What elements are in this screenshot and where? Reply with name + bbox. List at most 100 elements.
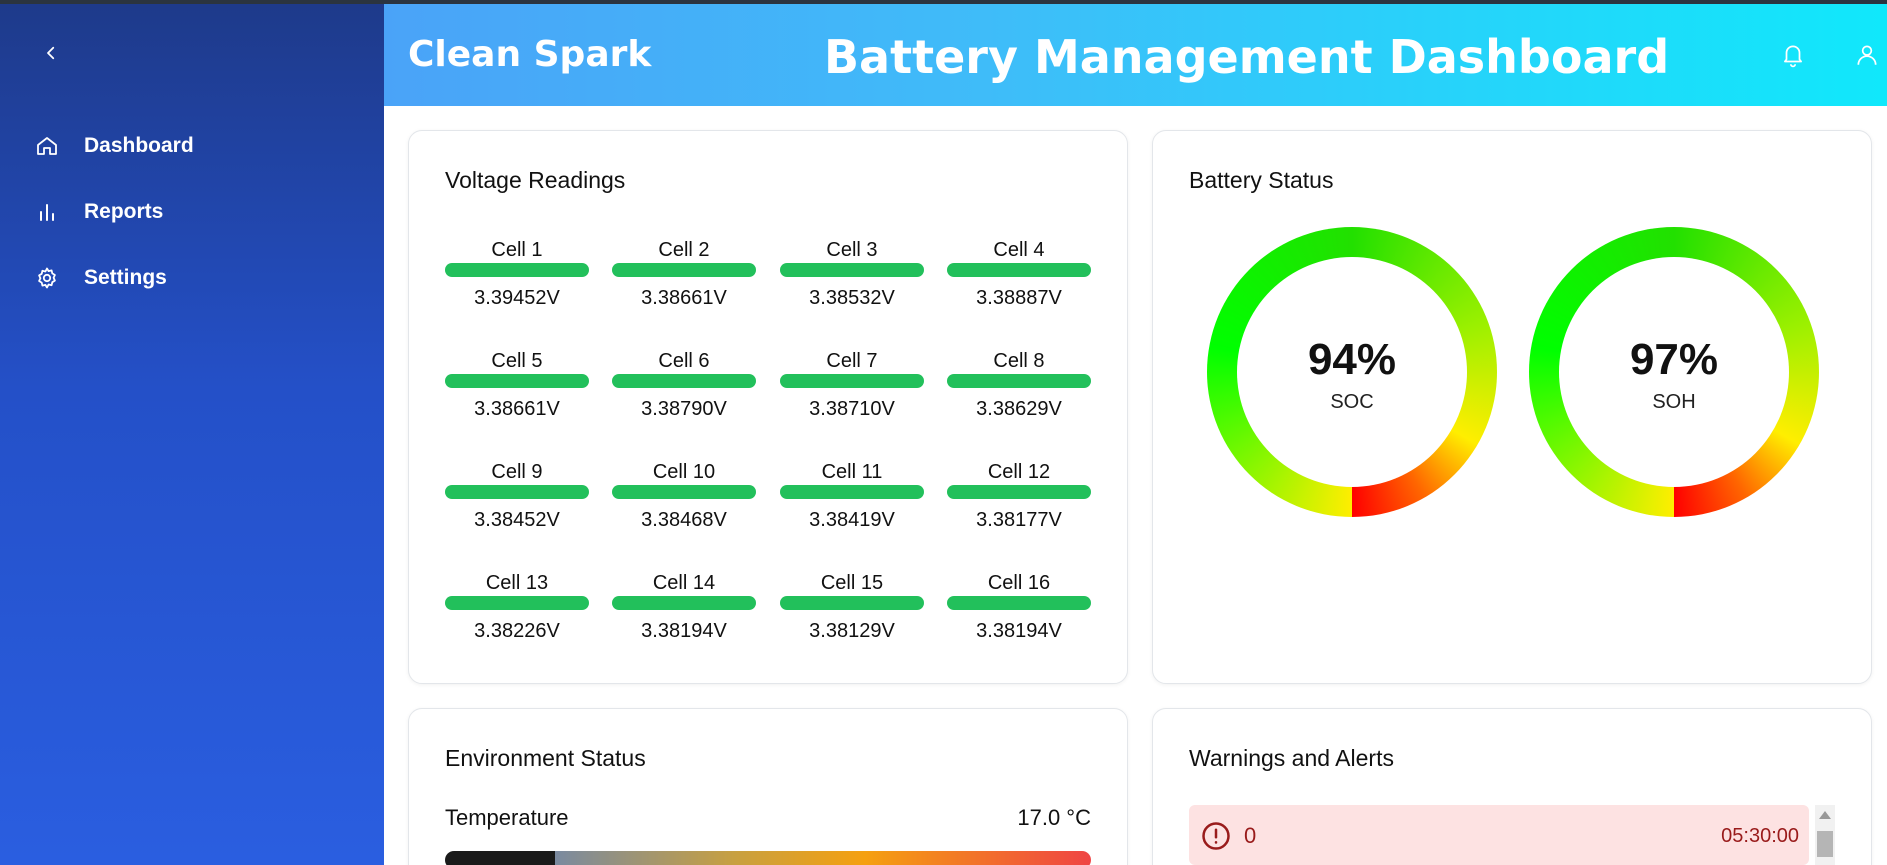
sidebar-item-reports[interactable]: Reports (34, 195, 163, 229)
cell-voltage-value: 3.38226V (474, 620, 560, 642)
cell-voltage-bar (780, 374, 924, 388)
card-title: Environment Status (445, 745, 646, 771)
cell-voltage-bar (612, 374, 756, 388)
cell-name: Cell 1 (491, 239, 543, 261)
page-title: Battery Management Dashboard (824, 30, 1670, 84)
cell-voltage-bar (445, 596, 589, 610)
voltage-cell: Cell 12 3.38177V (947, 459, 1091, 533)
cell-voltage-bar (445, 263, 589, 277)
cell-voltage-bar (947, 485, 1091, 499)
card-title: Warnings and Alerts (1189, 745, 1394, 771)
sidebar-item-dashboard[interactable]: Dashboard (34, 129, 194, 163)
sidebar-item-label: Settings (84, 266, 167, 289)
temperature-row: Temperature 17.0 °C (445, 805, 1091, 835)
temperature-label: Temperature (445, 805, 569, 830)
brand-name: Clean Spark (408, 34, 652, 75)
cell-name: Cell 10 (652, 461, 716, 483)
voltage-cell: Cell 15 3.38129V (780, 570, 924, 644)
cell-voltage-bar (445, 374, 589, 388)
scroll-up-arrow[interactable] (1819, 811, 1831, 819)
alert-item[interactable]: 0 05:30:00 (1189, 805, 1809, 865)
cell-voltage-bar (947, 596, 1091, 610)
cell-voltage-value: 3.38887V (976, 287, 1062, 309)
collapse-sidebar-button[interactable] (38, 40, 64, 66)
soh-label: SOH (1652, 391, 1696, 413)
cell-voltage-value: 3.38468V (641, 509, 727, 531)
voltage-cell: Cell 5 3.38661V (445, 348, 589, 422)
cell-name: Cell 7 (826, 350, 878, 372)
cell-voltage-bar (947, 263, 1091, 277)
voltage-cell: Cell 16 3.38194V (947, 570, 1091, 644)
cell-voltage-value: 3.38710V (809, 398, 895, 420)
voltage-cell: Cell 7 3.38710V (780, 348, 924, 422)
chevron-left-icon (47, 46, 55, 60)
bell-icon (1784, 45, 1802, 68)
sidebar-item-label: Dashboard (84, 134, 194, 157)
cell-voltage-bar (780, 485, 924, 499)
card-title: Voltage Readings (445, 167, 626, 193)
cell-name: Cell 15 (820, 572, 884, 594)
cell-voltage-value: 3.38452V (474, 509, 560, 531)
cell-name: Cell 2 (658, 239, 710, 261)
user-icon (1857, 45, 1877, 65)
voltage-cell: Cell 1 3.39452V (445, 237, 589, 311)
voltage-cell: Cell 2 3.38661V (612, 237, 756, 311)
voltage-cell: Cell 4 3.38887V (947, 237, 1091, 311)
top-header: Clean Spark Battery Management Dashboard (384, 4, 1887, 106)
cell-voltage-bar (612, 263, 756, 277)
window-top-border (0, 0, 1887, 4)
soh-value: 97% (1629, 335, 1719, 384)
cell-voltage-value: 3.38194V (976, 620, 1062, 642)
voltage-cell: Cell 3 3.38532V (780, 237, 924, 311)
voltage-readings-card: Voltage Readings Cell 1 3.39452V Cell 2 3.3… (408, 130, 1128, 684)
cell-voltage-value: 3.39452V (474, 287, 560, 309)
cell-name: Cell 3 (826, 239, 878, 261)
sidebar: Dashboard Reports Settings (0, 0, 384, 865)
temperature-bar (445, 851, 1091, 865)
soc-label: SOC (1330, 391, 1374, 413)
alert-time: 05:30:00 (1721, 825, 1799, 847)
voltage-cell: Cell 13 3.38226V (445, 570, 589, 644)
environment-status-card: Environment Status Temperature 17.0 °C (408, 708, 1128, 865)
cell-voltage-bar (445, 485, 589, 499)
gear-icon (34, 265, 60, 291)
voltage-cell: Cell 14 3.38194V (612, 570, 756, 644)
scroll-thumb[interactable] (1817, 831, 1833, 857)
cell-name: Cell 8 (993, 350, 1045, 372)
alert-message: 0 (1244, 823, 1257, 848)
soc-value: 94% (1307, 335, 1397, 384)
cell-voltage-bar (947, 374, 1091, 388)
cell-voltage-value: 3.38532V (809, 287, 895, 309)
cell-voltage-bar (612, 485, 756, 499)
warnings-alerts-card: Warnings and Alerts 0 05:30:00 (1152, 708, 1872, 865)
cell-name: Cell 13 (485, 572, 549, 594)
cell-name: Cell 14 (652, 572, 716, 594)
cell-voltage-bar (780, 263, 924, 277)
sidebar-item-label: Reports (84, 200, 164, 223)
cell-voltage-bar (612, 596, 756, 610)
cell-voltage-value: 3.38177V (976, 509, 1062, 531)
voltage-cell: Cell 11 3.38419V (780, 459, 924, 533)
cell-voltage-value: 3.38661V (474, 398, 560, 420)
card-title: Battery Status (1189, 167, 1334, 193)
cell-name: Cell 11 (821, 461, 883, 483)
voltage-cell: Cell 10 3.38468V (612, 459, 756, 533)
user-profile-button[interactable] (1854, 42, 1882, 70)
sidebar-item-settings[interactable]: Settings (34, 261, 167, 295)
home-icon (34, 133, 60, 159)
cell-voltage-value: 3.38661V (641, 287, 727, 309)
cell-name: Cell 16 (987, 572, 1051, 594)
cell-name: Cell 6 (658, 350, 710, 372)
alerts-scrollbar[interactable] (1815, 805, 1835, 865)
cell-voltage-value: 3.38629V (976, 398, 1062, 420)
cell-name: Cell 9 (491, 461, 543, 483)
battery-status-card: Battery Status 94% SOC 97% SOH (1152, 130, 1872, 684)
cell-voltage-value: 3.38790V (641, 398, 727, 420)
temperature-value: 17.0 °C (1017, 805, 1091, 830)
soc-gauge: 94% SOC (1207, 227, 1497, 517)
notifications-button[interactable] (1780, 42, 1808, 70)
bar-chart-icon (34, 199, 60, 225)
soh-gauge: 97% SOH (1529, 227, 1819, 517)
voltage-cell: Cell 6 3.38790V (612, 348, 756, 422)
cell-voltage-bar (780, 596, 924, 610)
